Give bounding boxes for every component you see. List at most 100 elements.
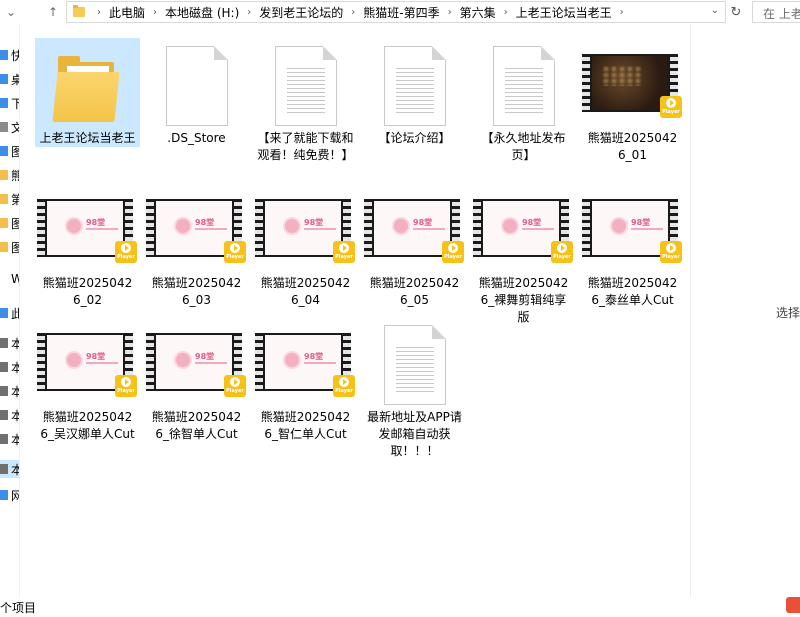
chevron-down-icon[interactable]: ⌄: [2, 3, 20, 21]
video-item[interactable]: 98堂 Player 熊猫班20250426_05: [362, 183, 467, 309]
video-item[interactable]: 98堂 Player 熊猫班20250426_徐智单人Cut: [144, 317, 249, 443]
sidebar-item[interactable]: 下: [0, 94, 19, 112]
sidebar-item[interactable]: 本: [0, 406, 19, 424]
sidebar-item[interactable]: 图: [0, 214, 19, 232]
player-icon: Player: [442, 241, 464, 263]
network-icon: [0, 490, 8, 500]
drive-icon: [0, 434, 8, 444]
video-item[interactable]: 98堂 Player 熊猫班20250426_02: [35, 183, 140, 309]
sidebar-item-label: 本: [11, 462, 19, 477]
sidebar-item[interactable]: 本: [0, 430, 19, 448]
video-thumbnail: 98堂 Player: [144, 317, 249, 409]
chevron-right-icon[interactable]: ›: [343, 7, 363, 18]
breadcrumb-item[interactable]: 上老王论坛当老王: [516, 4, 612, 21]
video-thumbnail: 98堂 Player: [144, 183, 249, 275]
document-item[interactable]: 【论坛介绍】: [362, 38, 467, 147]
breadcrumb-item[interactable]: 此电脑: [109, 4, 145, 21]
file-icon: [253, 38, 358, 130]
file-name: 【论坛介绍】: [378, 131, 451, 145]
player-icon: Player: [660, 96, 682, 118]
chevron-right-icon[interactable]: ›: [496, 7, 516, 18]
video-thumbnail: Player: [580, 38, 685, 130]
breadcrumb-item[interactable]: 第六集: [460, 4, 496, 21]
drive-icon: [0, 464, 8, 474]
sidebar-item[interactable]: 图: [0, 142, 19, 160]
sidebar-item[interactable]: 本: [0, 460, 19, 478]
sidebar-item[interactable]: 文: [0, 118, 19, 136]
folder-icon: [0, 194, 8, 204]
sidebar-item[interactable]: 桌: [0, 70, 19, 88]
sidebar-item[interactable]: 本: [0, 358, 19, 376]
app-icon[interactable]: [786, 597, 800, 613]
video-thumbnail: 98堂 Player: [471, 183, 576, 275]
video-item[interactable]: 98堂 Player 熊猫班20250426_智仁单人Cut: [253, 317, 358, 443]
document-icon: [0, 122, 8, 132]
file-name: 熊猫班20250426_02: [42, 276, 133, 307]
breadcrumb-item[interactable]: 发到老王论坛的: [259, 4, 343, 21]
document-item[interactable]: 【永久地址发布页】: [471, 38, 576, 164]
sidebar-item[interactable]: W: [0, 270, 19, 288]
video-item[interactable]: 98堂 Player 熊猫班20250426_04: [253, 183, 358, 309]
file-icon: [362, 38, 467, 130]
refresh-icon[interactable]: ↻: [727, 3, 745, 21]
sidebar-item[interactable]: 网: [0, 486, 19, 504]
chevron-right-icon[interactable]: ›: [89, 7, 109, 18]
download-icon: [0, 98, 8, 108]
search-input[interactable]: 在 上老: [752, 1, 800, 23]
desktop-icon: [0, 74, 8, 84]
file-name: 熊猫班20250426_徐智单人Cut: [151, 410, 242, 441]
player-icon: Player: [224, 375, 246, 397]
brand-text: 98堂: [86, 218, 106, 227]
file-name: .DS_Store: [167, 131, 226, 145]
file-name: 上老王论坛当老王: [39, 131, 136, 145]
chevron-right-icon[interactable]: ›: [145, 7, 165, 18]
chevron-down-icon[interactable]: ⌄: [711, 5, 719, 16]
sidebar-item[interactable]: 本: [0, 334, 19, 352]
sidebar-item-label: 文: [11, 120, 19, 135]
sidebar-item-label: 本: [11, 408, 19, 423]
video-item[interactable]: 98堂 Player 熊猫班20250426_03: [144, 183, 249, 309]
sidebar-item-label: 快: [11, 48, 19, 63]
brand-text: 98堂: [522, 218, 542, 227]
video-thumbnail: 98堂 Player: [35, 183, 140, 275]
folder-item[interactable]: 上老王论坛当老王: [35, 38, 140, 147]
sidebar-item-label: 网: [11, 488, 19, 503]
player-icon: Player: [551, 241, 573, 263]
drive-icon: [0, 362, 8, 372]
address-bar[interactable]: › 此电脑 › 本地磁盘 (H:) › 发到老王论坛的 › 熊猫班-第四季 › 第六集 › 上老王论坛…: [66, 1, 726, 23]
video-thumbnail: 98堂 Player: [253, 317, 358, 409]
chevron-right-icon[interactable]: ›: [612, 7, 632, 18]
sidebar-item[interactable]: 第: [0, 190, 19, 208]
file-item[interactable]: .DS_Store: [144, 38, 249, 147]
arrow-up-icon[interactable]: ↑: [44, 3, 62, 21]
item-count: 个项目: [0, 601, 37, 615]
details-pane: 选择: [691, 24, 800, 597]
brand-text: 98堂: [413, 218, 433, 227]
details-message: 选择: [776, 306, 800, 320]
breadcrumb-item[interactable]: 熊猫班-第四季: [363, 4, 439, 21]
document-item[interactable]: 【来了就能下载和观看！纯免费！】: [253, 38, 358, 164]
chevron-right-icon[interactable]: ›: [239, 7, 259, 18]
sidebar-item[interactable]: 快: [0, 46, 19, 64]
folder-icon: [0, 170, 8, 180]
sidebar-item[interactable]: 此: [0, 304, 19, 322]
video-item[interactable]: 98堂 Player 熊猫班20250426_吴汉娜单人Cut: [35, 317, 140, 443]
player-icon: Player: [660, 241, 682, 263]
video-item[interactable]: Player 熊猫班20250426_01: [580, 38, 685, 164]
document-item[interactable]: 最新地址及APP请发邮箱自动获取！！！: [362, 317, 467, 460]
sidebar-item-label: 本: [11, 360, 19, 375]
file-name: 熊猫班20250426_智仁单人Cut: [260, 410, 351, 441]
sidebar-item[interactable]: 本: [0, 382, 19, 400]
brand-text: 98堂: [86, 352, 106, 361]
chevron-right-icon[interactable]: ›: [440, 7, 460, 18]
file-icon: [144, 38, 249, 130]
breadcrumb: › 此电脑 › 本地磁盘 (H:) › 发到老王论坛的 › 熊猫班-第四季 › 第六集 › 上老王论坛…: [89, 4, 632, 21]
video-item[interactable]: 98堂 Player 熊猫班20250426_裸舞剪辑纯享版: [471, 183, 576, 326]
sidebar-item[interactable]: 图: [0, 238, 19, 256]
breadcrumb-item[interactable]: 本地磁盘 (H:): [165, 4, 239, 21]
sidebar-item[interactable]: 熊: [0, 166, 19, 184]
sidebar-item-label: 图: [11, 144, 19, 159]
video-item[interactable]: 98堂 Player 熊猫班20250426_泰丝单人Cut: [580, 183, 685, 309]
brand-text: 98堂: [195, 352, 215, 361]
player-icon: Player: [333, 241, 355, 263]
